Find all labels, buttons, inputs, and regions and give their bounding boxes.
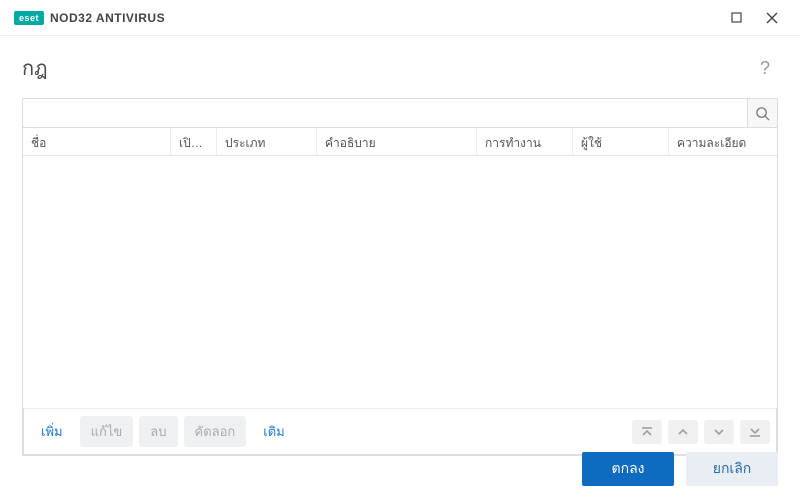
search-button[interactable] xyxy=(747,99,777,127)
column-header[interactable]: ผู้ใช้ xyxy=(573,128,669,155)
product-name: NOD32 ANTIVIRUS xyxy=(50,11,165,25)
column-header[interactable]: คำอธิบาย xyxy=(317,128,477,155)
brand-logo: eset xyxy=(14,11,44,25)
column-header[interactable]: เปิดใ... xyxy=(171,128,217,155)
column-header[interactable]: ความละเอียด xyxy=(669,128,775,155)
page-title: กฎ xyxy=(22,52,48,84)
maximize-button[interactable] xyxy=(718,4,754,32)
column-header[interactable]: การทำงาน xyxy=(477,128,573,155)
table-header: ชื่อเปิดใ...ประเภทคำอธิบายการทำงานผู้ใช้… xyxy=(23,128,777,156)
column-header[interactable]: ประเภท xyxy=(217,128,317,155)
dialog-footer: ตกลง ยกเลิก xyxy=(0,438,800,500)
help-icon[interactable]: ? xyxy=(752,54,778,83)
ok-button[interactable]: ตกลง xyxy=(582,452,674,486)
titlebar: eset NOD32 ANTIVIRUS xyxy=(0,0,800,36)
table-body[interactable] xyxy=(23,156,777,408)
column-header[interactable]: ชื่อ xyxy=(23,128,171,155)
search-bar xyxy=(22,98,778,128)
search-input[interactable] xyxy=(23,99,747,127)
cancel-button[interactable]: ยกเลิก xyxy=(686,452,778,486)
rules-table: ชื่อเปิดใ...ประเภทคำอธิบายการทำงานผู้ใช้… xyxy=(22,128,778,456)
close-button[interactable] xyxy=(754,4,790,32)
